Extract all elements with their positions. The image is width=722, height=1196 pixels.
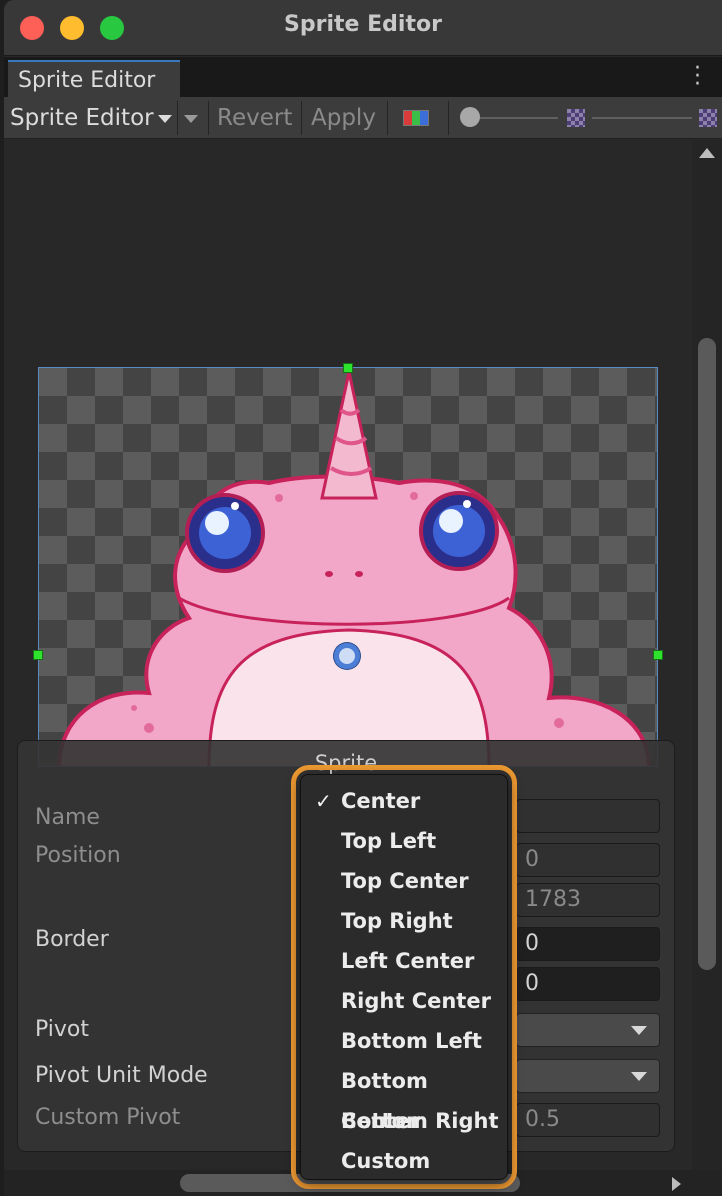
rgb-channel-icon[interactable] [403,110,429,126]
sprite-rect[interactable] [38,367,658,767]
vertical-scroll-thumb[interactable] [698,338,716,970]
chevron-down-icon [157,114,172,123]
menu-item-right-center[interactable]: Right Center [301,981,507,1021]
custom-pivot-label: Custom Pivot [35,1105,181,1130]
menu-item-center[interactable]: ✓ Center [301,781,507,821]
border-bottom-field[interactable]: 0 [516,967,660,1001]
left-resize-handle[interactable] [33,650,43,660]
zoom-slider-knob[interactable] [460,107,480,127]
menu-item-label: Right Center [341,989,491,1013]
menu-item-bottom-right[interactable]: Bottom Right [301,1101,507,1141]
tab-sprite-editor[interactable]: Sprite Editor [8,60,180,97]
menu-item-label: Center [341,789,421,813]
pivot-unit-mode-label: Pivot Unit Mode [35,1063,208,1088]
pivot-dropdown[interactable] [516,1013,660,1047]
menu-item-label: Top Left [341,829,437,853]
checker-large-icon [699,109,717,127]
window-title: Sprite Editor [284,12,442,37]
menu-item-label: Top Center [341,869,469,893]
position-label: Position [35,843,121,868]
menu-item-label: Left Center [341,949,475,973]
menu-item-label: Bottom Left [341,1029,482,1053]
toolbar-divider [448,101,449,135]
chevron-down-icon [631,1072,647,1081]
toolbar-divider [208,101,209,135]
sprite-editor-window: Sprite Editor Sprite Editor · · · Sprite E… [4,0,722,1196]
right-resize-handle[interactable] [653,650,663,660]
menu-item-label: Top Right [341,909,453,933]
vertical-scrollbar[interactable] [692,140,722,1176]
chevron-down-icon [184,114,198,123]
menu-item-custom[interactable]: Custom [301,1141,507,1181]
tab-strip: Sprite Editor · · · [4,57,722,97]
name-label: Name [35,805,100,830]
mode-dropdown-label: Sprite Editor [10,105,154,131]
position-h-field[interactable]: 1783 [516,883,660,917]
toolbar-divider [301,101,302,135]
top-resize-handle[interactable] [343,363,353,373]
position-y-field[interactable]: 0 [516,843,660,877]
chevron-down-icon [631,1026,647,1035]
menu-item-top-right[interactable]: Top Right [301,901,507,941]
pivot-dropdown-menu: ✓ Center Top Left Top Center Top Right Le… [300,774,508,1180]
title-bar: Sprite Editor [4,0,722,56]
mode-dropdown[interactable]: Sprite Editor [10,97,172,139]
secondary-dropdown[interactable] [180,97,206,139]
toolbar-divider [177,101,178,135]
scroll-right-arrow-icon[interactable] [672,1177,681,1191]
pivot-handle[interactable] [334,643,360,669]
revert-button[interactable]: Revert [217,97,292,139]
frog-unicorn-sprite [57,371,651,766]
menu-item-top-left[interactable]: Top Left [301,821,507,861]
menu-item-top-center[interactable]: Top Center [301,861,507,901]
toolbar-divider [387,101,388,135]
checker-small-icon [567,109,585,127]
menu-item-label: Bottom Right [341,1109,499,1133]
menu-item-bottom-center[interactable]: Bottom Center [301,1061,507,1133]
zoom-slider-track[interactable] [468,117,558,119]
custom-pivot-y-field[interactable]: 0.5 [516,1103,660,1137]
pivot-unit-mode-dropdown[interactable] [516,1059,660,1093]
border-top-field[interactable]: 0 [516,927,660,961]
mip-slider-track[interactable] [592,117,692,119]
pivot-label: Pivot [35,1017,90,1042]
menu-item-label: Custom [341,1149,431,1173]
apply-button[interactable]: Apply [311,97,376,139]
name-field[interactable] [516,799,660,833]
menu-item-left-center[interactable]: Left Center [301,941,507,981]
scroll-up-arrow-icon[interactable] [699,148,715,158]
border-label: Border [35,927,109,952]
kebab-menu-icon[interactable]: · · · [694,58,701,96]
menu-item-bottom-left[interactable]: Bottom Left [301,1021,507,1061]
checkmark-icon: ✓ [315,789,332,813]
toolbar: Sprite Editor Revert Apply [4,97,722,139]
